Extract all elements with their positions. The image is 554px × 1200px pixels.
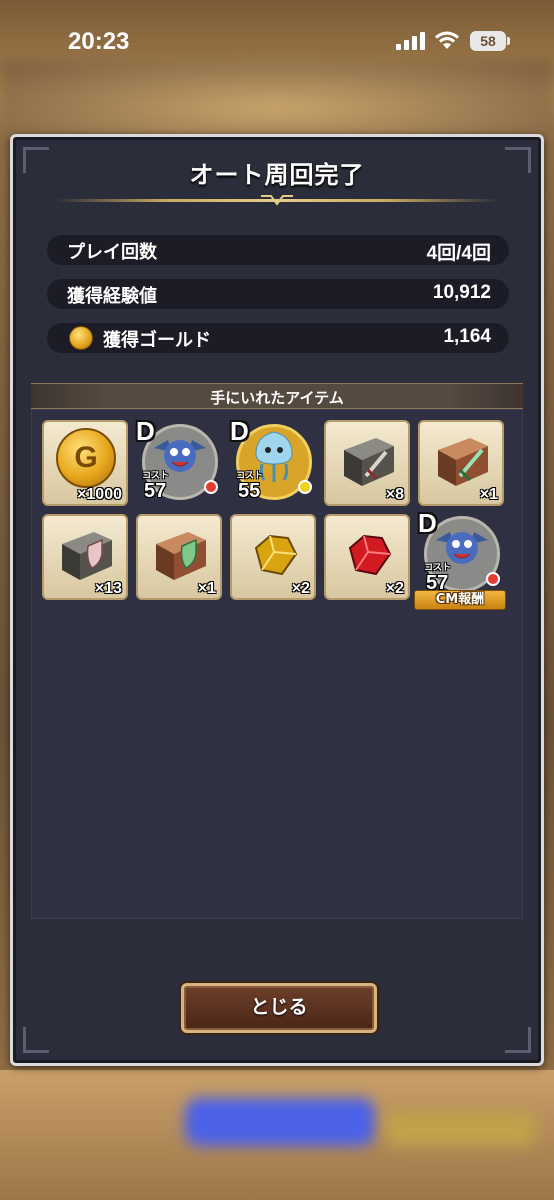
- item-quantity: ×1000: [77, 486, 122, 503]
- close-button[interactable]: とじる: [181, 983, 377, 1033]
- item-quantity: ×2: [385, 580, 404, 597]
- item-sword-ingot[interactable]: ×1: [418, 420, 504, 506]
- stat-label: 獲得ゴールド: [103, 330, 211, 351]
- item-quantity: ×1: [479, 486, 498, 503]
- battery-cap: [507, 37, 510, 45]
- dagger-ingot-icon: [344, 438, 394, 486]
- battery-icon: 58: [470, 31, 506, 51]
- items-section-header: 手にいれたアイテム: [31, 383, 523, 409]
- stat-label: 獲得経験値: [67, 286, 157, 307]
- yellow-gem-icon: [254, 534, 298, 576]
- items-header-label: 手にいれたアイテム: [210, 389, 344, 407]
- dialog-title: オート周回完了: [189, 161, 365, 189]
- stat-row-gold: 獲得ゴールド 1,164: [47, 323, 509, 353]
- stat-value: 1,164: [443, 326, 491, 347]
- item-gold-coin[interactable]: G ×1000: [42, 420, 128, 506]
- stat-row-exp: 獲得経験値 10,912: [47, 279, 509, 309]
- cellular-signal-icon: [396, 32, 426, 50]
- item-quantity: ×8: [385, 486, 404, 503]
- blurred-button: [185, 1098, 375, 1146]
- monster-rank: D: [136, 416, 155, 446]
- monster-rank: D: [230, 416, 249, 446]
- item-green-shield-ingot[interactable]: ×1: [136, 514, 222, 600]
- element-dot-icon: [298, 480, 312, 494]
- item-quantity: ×1: [197, 580, 216, 597]
- gold-coin-icon: G: [56, 428, 116, 488]
- corner-ornament: [505, 1027, 531, 1053]
- item-monster-dracky-cm-reward[interactable]: D コスト 57 CM報酬: [414, 508, 506, 610]
- sword-ingot-icon: [438, 438, 488, 486]
- stat-value: 4回/4回: [426, 243, 491, 264]
- shield-ingot-icon: [62, 532, 112, 580]
- cost-value: 55: [238, 480, 261, 502]
- item-dagger-ingot[interactable]: ×8: [324, 420, 410, 506]
- items-grid: G ×1000 D コスト 57 D コスト 55 ×8 ×1 ×13 ×1 ×…: [31, 409, 523, 919]
- item-red-gem[interactable]: ×2: [324, 514, 410, 600]
- stat-row-play-count: プレイ回数 4回/4回: [47, 235, 509, 265]
- green-shield-ingot-icon: [156, 532, 206, 580]
- stat-value: 10,912: [432, 282, 491, 303]
- status-bar: 20:23 58: [0, 0, 554, 80]
- element-dot-icon: [204, 480, 218, 494]
- status-time: 20:23: [68, 28, 130, 55]
- cost-value: 57: [144, 480, 167, 502]
- stat-label: プレイ回数: [67, 242, 157, 263]
- item-monster-dracky[interactable]: D コスト 57: [136, 416, 222, 508]
- corner-ornament: [23, 1027, 49, 1053]
- cm-reward-badge: CM報酬: [414, 590, 506, 610]
- divider-ornament-icon: [261, 195, 293, 206]
- item-yellow-gem[interactable]: ×2: [230, 514, 316, 600]
- item-quantity: ×2: [291, 580, 310, 597]
- element-dot-icon: [486, 572, 500, 586]
- blurred-banner: [385, 1112, 535, 1146]
- gold-coin-icon: [69, 326, 93, 350]
- auto-run-result-dialog: オート周回完了 プレイ回数 4回/4回 獲得経験値 10,912 獲得ゴールド …: [10, 134, 544, 1066]
- item-shield-ingot[interactable]: ×13: [42, 514, 128, 600]
- red-gem-icon: [348, 534, 392, 576]
- monster-rank: D: [418, 508, 437, 538]
- item-quantity: ×13: [94, 580, 122, 597]
- wifi-icon: [435, 31, 459, 49]
- item-monster-healslime[interactable]: D コスト 55: [230, 416, 316, 508]
